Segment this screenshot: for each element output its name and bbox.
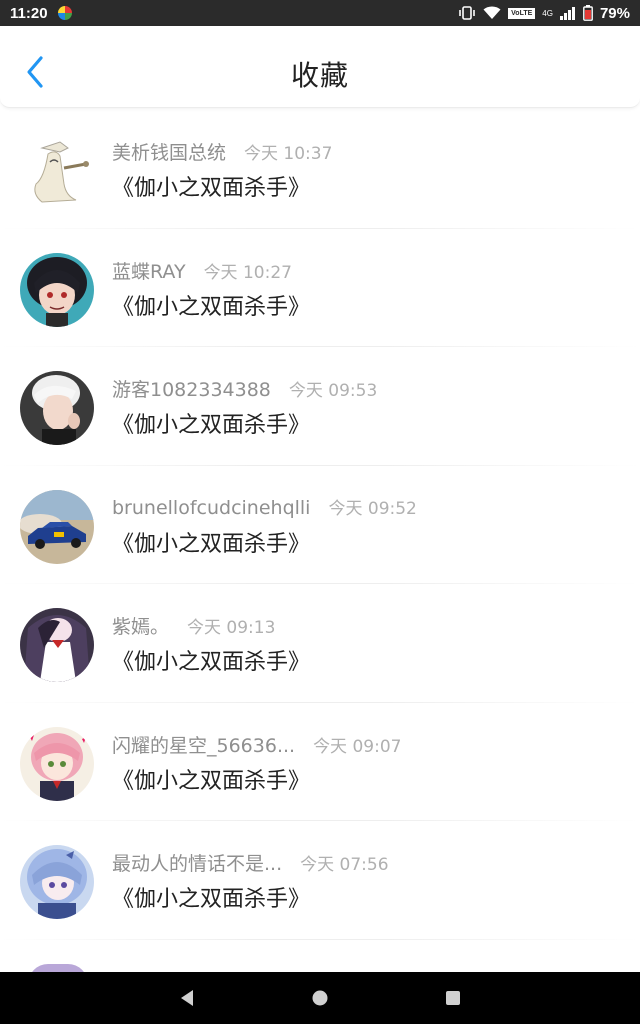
book-title: 《伽小之双面杀手》 — [112, 176, 311, 201]
list-item[interactable]: 紫嫣。 今天 09:13 《伽小之双面杀手》 — [0, 584, 640, 703]
battery-percentage: 79% — [599, 4, 630, 22]
list-item[interactable]: 最动人的情话不是... 今天 07:56 《伽小之双面杀手》 — [0, 821, 640, 940]
navigation-bar — [0, 972, 640, 1024]
item-meta: 最动人的情话不是... 今天 07:56 — [112, 849, 389, 876]
book-title: 《伽小之双面杀手》 — [112, 413, 311, 438]
network-type: 4G — [542, 8, 553, 18]
pink-hair-girl-avatar — [20, 726, 94, 801]
username: 紫嫣。 — [112, 616, 170, 638]
timestamp: 今天 09:07 — [313, 736, 402, 757]
wifi-icon — [483, 6, 501, 20]
volte-badge: VoLTE — [508, 7, 536, 19]
list-item[interactable]: 闪耀的星空_56636... 今天 09:07 《伽小之双面杀手》 — [0, 703, 640, 822]
book-title: 《伽小之双面杀手》 — [112, 531, 311, 557]
list-item[interactable]: 游客1082334388 今天 09:53 《伽小之双面杀手》 — [0, 347, 640, 466]
nav-recents-button[interactable] — [433, 978, 473, 1018]
nav-back-button[interactable] — [167, 978, 207, 1018]
item-meta: 美析钱国总统 今天 10:37 — [112, 138, 332, 165]
username: brunellofcudcinehqlli — [112, 496, 311, 519]
username: 蓝蝶RAY — [112, 260, 186, 283]
timestamp: 今天 09:52 — [328, 498, 417, 519]
list-item[interactable]: brunellofcudcinehqlli 今天 09:52 《伽小之双面杀手》 — [0, 466, 640, 585]
timestamp: 今天 10:37 — [244, 144, 333, 164]
username: 游客1082334388 — [112, 379, 271, 401]
timestamp: 今天 09:53 — [288, 381, 378, 401]
favorites-list: 美析钱国总统 今天 10:37 《伽小之双面杀手》 蓝蝶RAY 今天 10:27… — [0, 110, 640, 940]
triangle-back-icon — [180, 990, 193, 1006]
page-title: 收藏 — [290, 59, 349, 92]
timestamp: 今天 10:27 — [203, 262, 292, 283]
signal-icon — [559, 6, 576, 20]
item-meta: 闪耀的星空_56636... 今天 09:07 — [112, 731, 401, 758]
battery-icon — [583, 5, 593, 21]
item-meta: brunellofcudcinehqlli 今天 09:52 — [112, 494, 417, 519]
square-recents-icon — [446, 991, 461, 1005]
anime-girl-dark-avatar — [20, 608, 94, 682]
nav-home-button[interactable] — [300, 978, 340, 1018]
timestamp: 今天 07:56 — [300, 855, 389, 875]
circle-home-icon — [312, 990, 328, 1006]
vibrate-icon — [458, 6, 476, 20]
blue-hair-girl-avatar — [20, 845, 94, 919]
status-bar: 11:20 VoLTE 4G 79% — [0, 0, 640, 26]
status-time: 11:20 — [10, 4, 48, 22]
item-meta: 蓝蝶RAY 今天 10:27 — [112, 257, 292, 284]
item-meta: 游客1082334388 今天 09:53 — [112, 375, 377, 402]
book-title: 《伽小之双面杀手》 — [112, 294, 311, 320]
book-title: 《伽小之双面杀手》 — [112, 887, 311, 912]
list-item[interactable]: 蓝蝶RAY 今天 10:27 《伽小之双面杀手》 — [0, 229, 640, 348]
timestamp: 今天 09:13 — [187, 618, 276, 638]
rally-car-avatar — [20, 489, 94, 564]
username: 最动人的情话不是... — [112, 853, 283, 875]
username: 闪耀的星空_56636... — [112, 734, 296, 757]
app-notification-icon — [57, 6, 72, 20]
page-header: 收藏 — [0, 26, 640, 108]
white-figure-avatar — [20, 134, 94, 208]
blond-person-avatar — [20, 371, 94, 445]
username: 美析钱国总统 — [112, 142, 227, 164]
book-title: 《伽小之双面杀手》 — [112, 650, 311, 675]
list-item[interactable]: 美析钱国总统 今天 10:37 《伽小之双面杀手》 — [0, 110, 640, 229]
book-title: 《伽小之双面杀手》 — [112, 768, 311, 794]
item-meta: 紫嫣。 今天 09:13 — [112, 612, 275, 639]
anime-boy-avatar — [20, 252, 94, 327]
